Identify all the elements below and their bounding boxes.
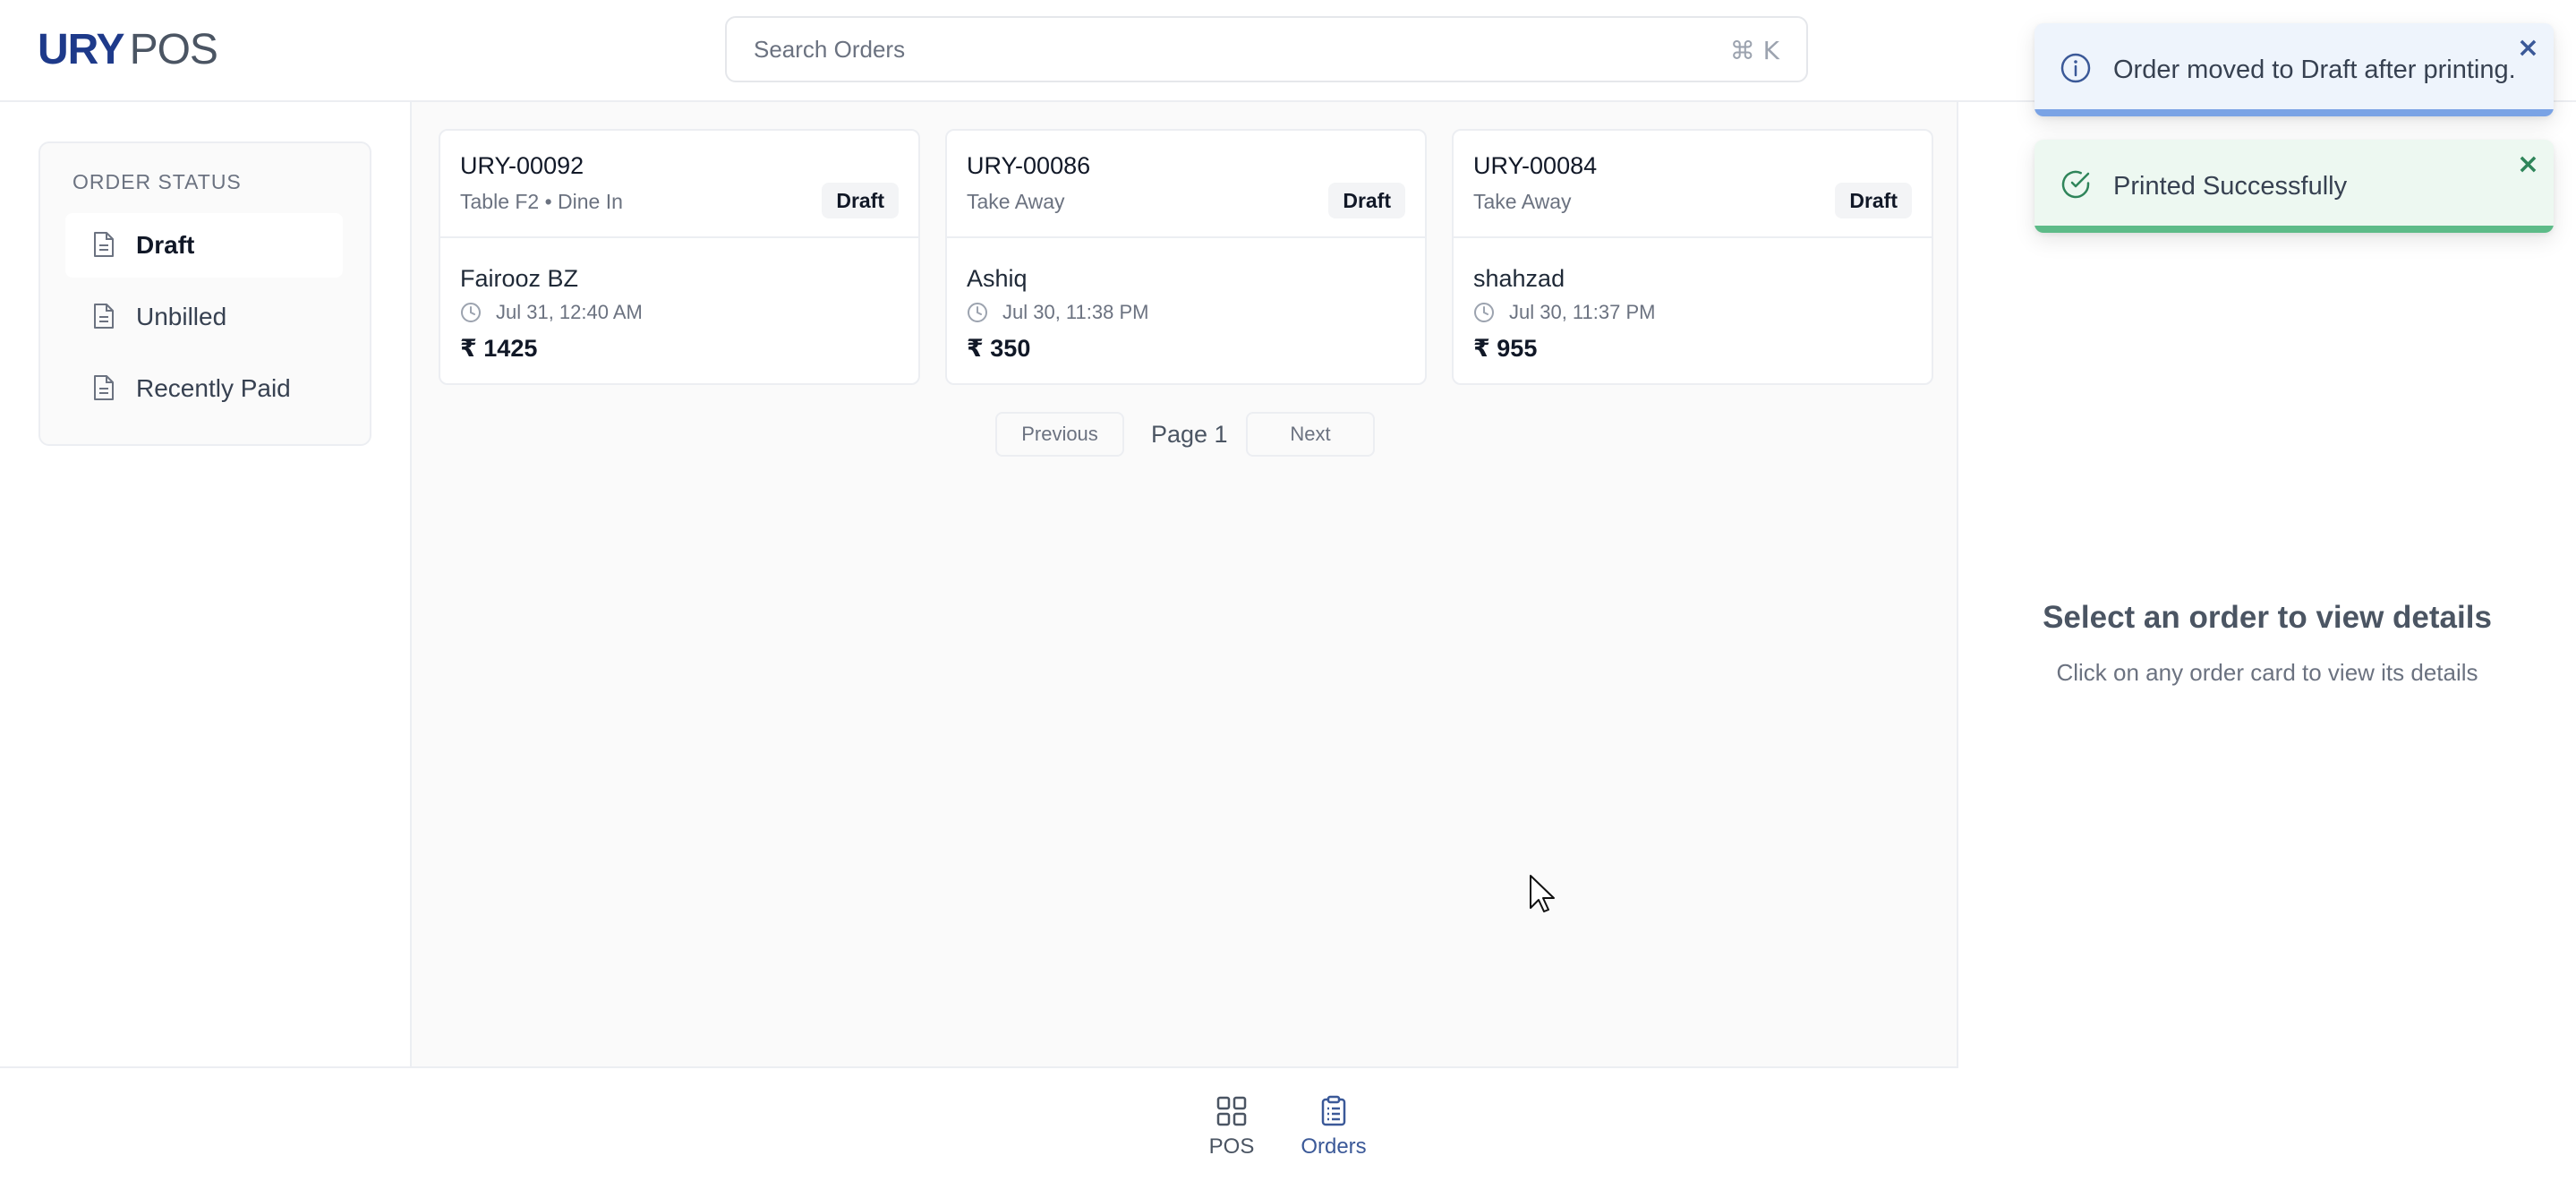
order-amount: ₹ 350 xyxy=(967,335,1031,362)
nav-label: Orders xyxy=(1301,1134,1367,1159)
order-id: URY-00092 xyxy=(460,152,584,179)
document-icon xyxy=(92,374,115,406)
order-id: URY-00084 xyxy=(1473,152,1598,179)
toast-message: Printed Successfully xyxy=(2113,172,2348,201)
sidebar-item-label: Recently Paid xyxy=(136,374,291,402)
clock-icon xyxy=(1474,303,1494,322)
sidebar-item-unbilled[interactable]: Unbilled xyxy=(65,285,343,349)
document-icon xyxy=(92,303,115,334)
customer-name: shahzad xyxy=(1473,265,1565,292)
nav-pos[interactable]: POS xyxy=(1187,1095,1276,1160)
card-divider xyxy=(947,236,1425,238)
next-button[interactable]: Next xyxy=(1246,412,1375,457)
bottom-nav: POS Orders xyxy=(0,1066,1958,1181)
order-id: URY-00086 xyxy=(967,152,1091,179)
order-time: Jul 30, 11:37 PM xyxy=(1473,301,1655,324)
close-icon[interactable]: × xyxy=(2517,32,2539,64)
pagination: Previous Page 1 Next xyxy=(412,412,1957,457)
card-divider xyxy=(440,236,918,238)
order-amount: ₹ 955 xyxy=(1473,335,1538,362)
order-amount: ₹ 1425 xyxy=(460,335,538,362)
toast-message: Order moved to Draft after printing. xyxy=(2113,56,2516,84)
detail-empty-title: Select an order to view details xyxy=(2043,600,2492,635)
document-icon xyxy=(92,231,115,262)
logo-secondary: POS xyxy=(129,26,218,73)
order-time-text: Jul 30, 11:37 PM xyxy=(1509,301,1656,323)
order-time-text: Jul 31, 12:40 AM xyxy=(496,301,643,323)
order-status-title: ORDER STATUS xyxy=(73,170,242,193)
status-badge: Draft xyxy=(1835,183,1912,218)
order-time: Jul 30, 11:38 PM xyxy=(967,301,1148,324)
toast-progress-bar xyxy=(2034,109,2554,116)
logo-primary: URY xyxy=(38,26,125,73)
order-card[interactable]: URY-00086 Take Away Draft Ashiq Jul 30, … xyxy=(945,129,1427,385)
orders-list-area: URY-00092 Table F2 • Dine In Draft Fairo… xyxy=(412,102,1958,1066)
sidebar-item-recently-paid[interactable]: Recently Paid xyxy=(65,356,343,421)
status-badge: Draft xyxy=(822,183,899,218)
grid-icon xyxy=(1216,1096,1247,1126)
app-logo[interactable]: URY POS xyxy=(38,25,218,75)
previous-button[interactable]: Previous xyxy=(995,412,1124,457)
card-divider xyxy=(1454,236,1932,238)
order-time: Jul 31, 12:40 AM xyxy=(460,301,643,324)
toast-success: Printed Successfully × xyxy=(2034,140,2554,233)
page-indicator: Page 1 xyxy=(1151,421,1228,448)
sidebar-item-label: Unbilled xyxy=(136,303,227,330)
order-type: Take Away xyxy=(1473,190,1572,213)
order-detail-panel: Select an order to view details Click on… xyxy=(1958,102,2576,1181)
nav-label: POS xyxy=(1208,1134,1255,1159)
close-icon[interactable]: × xyxy=(2517,149,2539,180)
check-circle-icon xyxy=(2060,168,2092,205)
sidebar-item-draft[interactable]: Draft xyxy=(65,213,343,278)
info-icon xyxy=(2060,52,2092,89)
order-type: Table F2 • Dine In xyxy=(460,190,623,213)
search-box[interactable]: ⌘ K xyxy=(725,16,1808,82)
sidebar-item-label: Draft xyxy=(136,231,195,259)
mouse-cursor-icon xyxy=(1529,874,1556,918)
customer-name: Ashiq xyxy=(967,265,1028,292)
toast-progress-bar xyxy=(2034,226,2554,233)
order-time-text: Jul 30, 11:38 PM xyxy=(1002,301,1149,323)
nav-orders[interactable]: Orders xyxy=(1289,1095,1378,1160)
clipboard-icon xyxy=(1321,1095,1346,1126)
order-type: Take Away xyxy=(967,190,1065,213)
order-card[interactable]: URY-00084 Take Away Draft shahzad Jul 30… xyxy=(1452,129,1933,385)
clock-icon xyxy=(968,303,987,322)
toast-info: Order moved to Draft after printing. × xyxy=(2034,23,2554,116)
order-card[interactable]: URY-00092 Table F2 • Dine In Draft Fairo… xyxy=(439,129,920,385)
status-badge: Draft xyxy=(1328,183,1405,218)
clock-icon xyxy=(461,303,481,322)
customer-name: Fairooz BZ xyxy=(460,265,579,292)
detail-empty-subtitle: Click on any order card to view its deta… xyxy=(2056,659,2478,686)
search-input[interactable] xyxy=(754,18,1649,81)
search-shortcut: ⌘ K xyxy=(1729,36,1779,65)
